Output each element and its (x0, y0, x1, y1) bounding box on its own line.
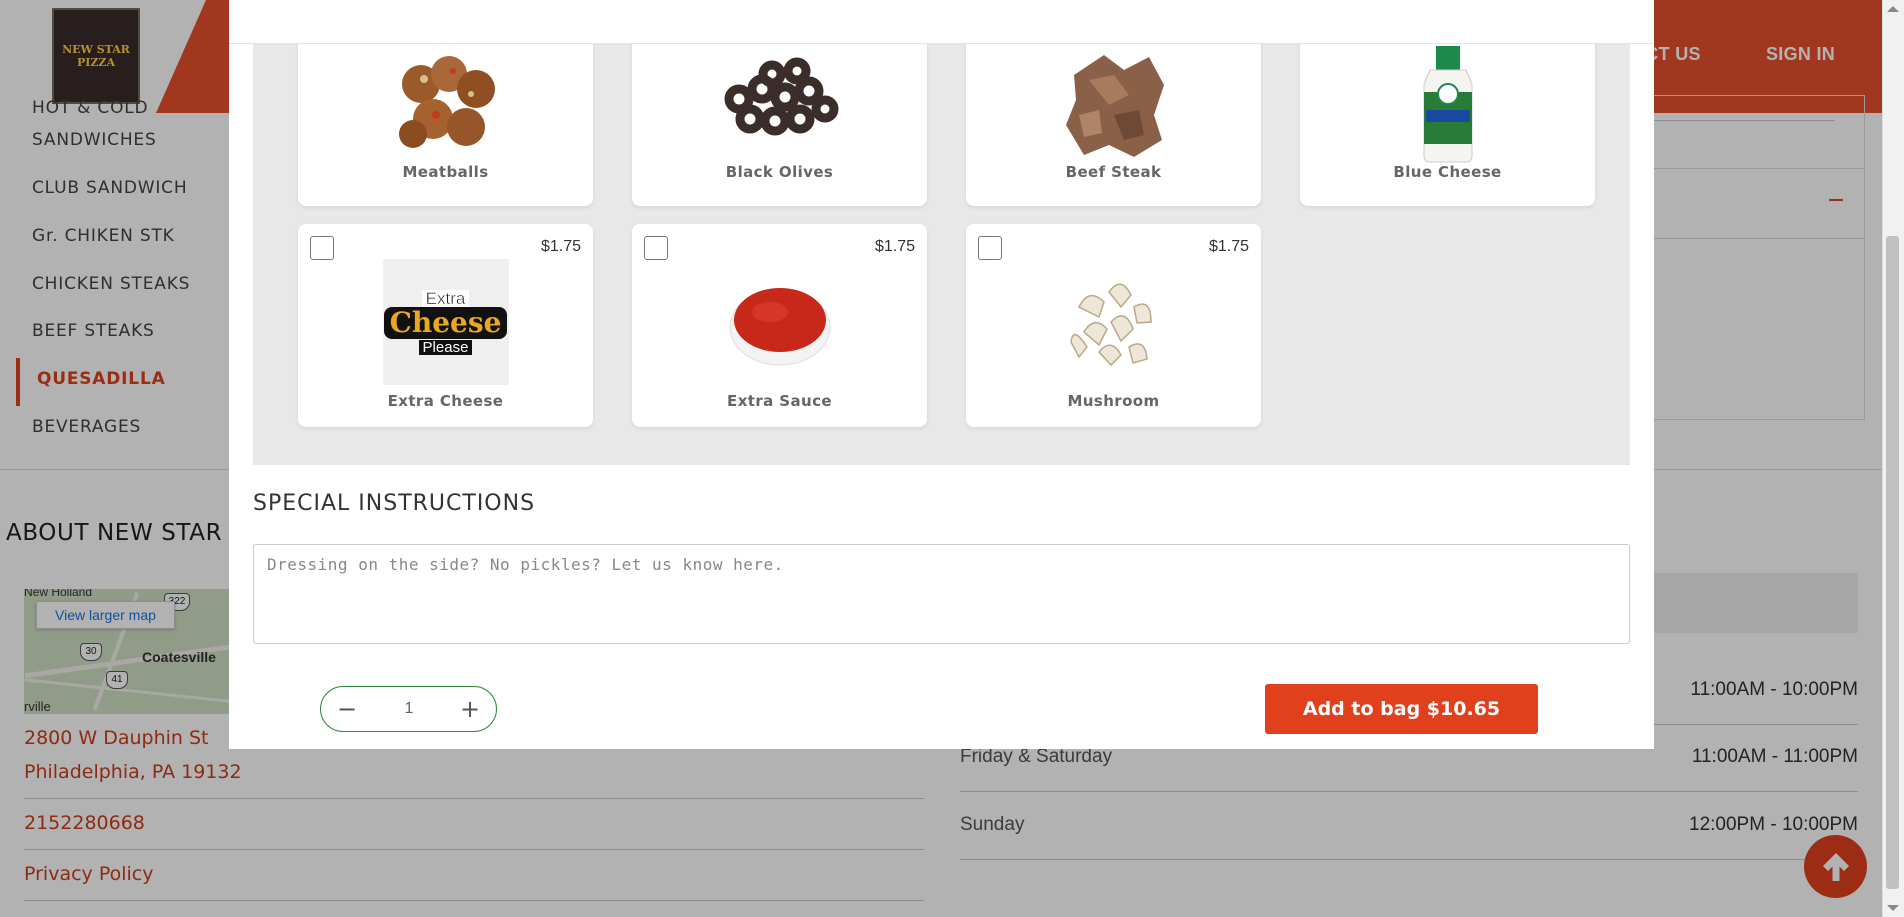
addon-name: Mushroom (1067, 392, 1160, 410)
scroll-down-arrow-icon[interactable] (1887, 905, 1899, 911)
extra-cheese-text-bot: Please (418, 339, 473, 355)
extra-cheese-text-top: Extra (421, 289, 470, 307)
addon-card-beef-steak[interactable]: Beef Steak (966, 33, 1261, 206)
addon-name: Meatballs (402, 163, 489, 181)
meatballs-image (383, 41, 509, 167)
addon-name: Beef Steak (1065, 163, 1162, 181)
addon-price: $1.75 (1208, 238, 1249, 255)
addon-name: Extra Sauce (727, 392, 832, 410)
addon-name: Extra Cheese (387, 392, 504, 410)
addon-card-meatballs[interactable]: Meatballs (298, 33, 593, 206)
extra-sauce-image (717, 259, 843, 385)
scroll-up-arrow-icon[interactable] (1887, 6, 1899, 12)
black-olives-image (717, 41, 843, 167)
beef-steak-image (1051, 41, 1177, 167)
quantity-input[interactable] (373, 696, 445, 722)
mushroom-image (1051, 259, 1177, 385)
addon-checkbox[interactable] (310, 236, 334, 260)
blue-cheese-image (1385, 41, 1511, 167)
special-instructions-title: SPECIAL INSTRUCTIONS (253, 491, 536, 516)
item-options-modal: Meatballs Black Olives Beef Steak Blue C… (229, 0, 1654, 749)
addon-price: $1.75 (540, 238, 581, 255)
addon-name: Blue Cheese (1393, 163, 1502, 181)
decrease-quantity-button[interactable]: − (333, 695, 361, 723)
scrollbar-thumb[interactable] (1886, 236, 1899, 889)
addon-card-blue-cheese[interactable]: Blue Cheese (1300, 33, 1595, 206)
modal-header (229, 0, 1654, 43)
extra-cheese-text-mid: Cheese (383, 306, 508, 339)
addon-card-extra-sauce[interactable]: $1.75 Extra Sauce (632, 224, 927, 427)
extra-cheese-image: Extra Cheese Please (382, 259, 509, 385)
add-to-bag-button[interactable]: Add to bag $10.65 (1265, 684, 1538, 734)
addon-card-mushroom[interactable]: $1.75 Mushroom (966, 224, 1261, 427)
addon-name: Black Olives (725, 163, 834, 181)
addon-grid: Meatballs Black Olives Beef Steak Blue C… (253, 33, 1630, 465)
special-instructions-input[interactable] (253, 544, 1630, 644)
addon-checkbox[interactable] (978, 236, 1002, 260)
addon-card-black-olives[interactable]: Black Olives (632, 33, 927, 206)
addon-card-extra-cheese[interactable]: $1.75 Extra Cheese Please Extra Cheese (298, 224, 593, 427)
addon-checkbox[interactable] (644, 236, 668, 260)
increase-quantity-button[interactable]: + (456, 695, 484, 723)
addon-price: $1.75 (874, 238, 915, 255)
modal-header-divider (229, 43, 1654, 44)
quantity-stepper: − + (320, 686, 497, 732)
